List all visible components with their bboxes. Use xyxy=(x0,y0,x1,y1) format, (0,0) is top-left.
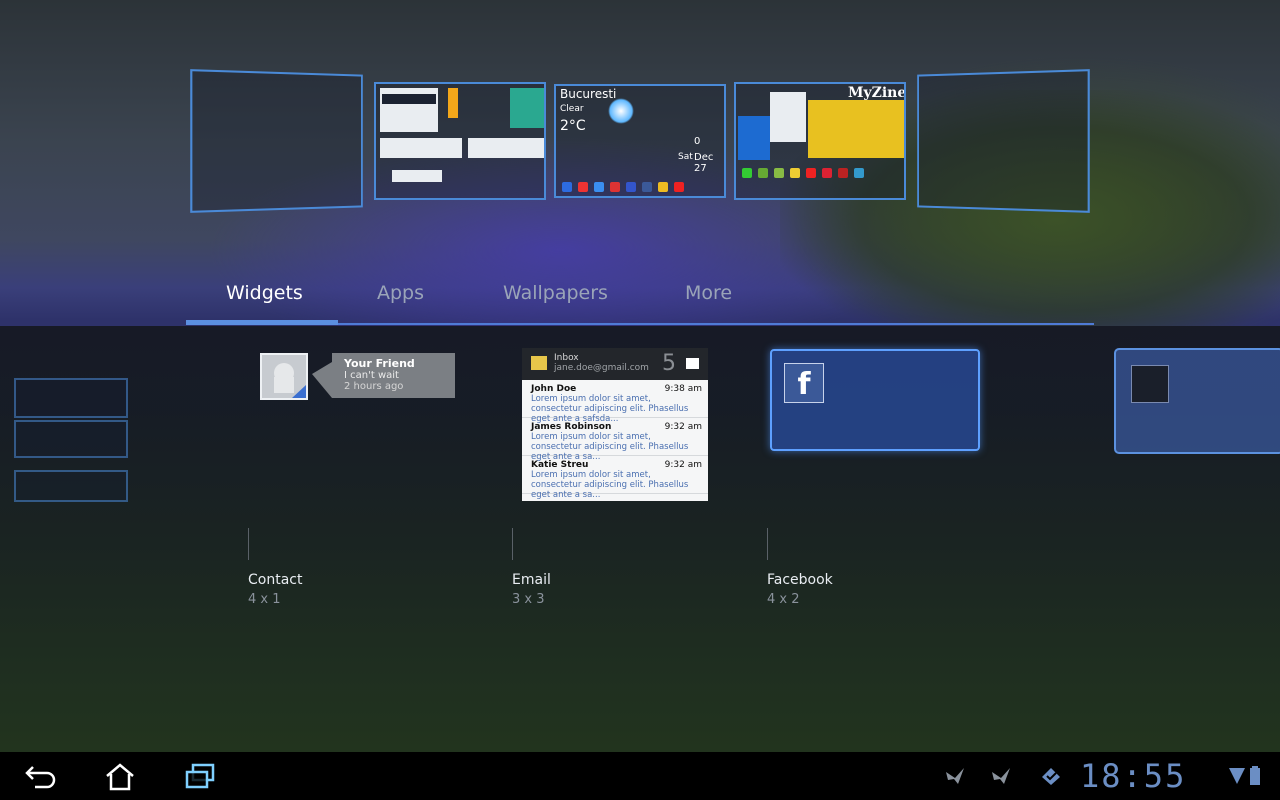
email-list-item: John Doe 9:38 am Lorem ipsum dolor sit a… xyxy=(522,380,708,424)
weather-temperature: 2°C xyxy=(560,118,586,134)
weather-city: Bucuresti xyxy=(560,87,617,101)
email-time: 9:32 am xyxy=(664,422,702,432)
weather-sun-icon xyxy=(608,98,634,124)
weather-unread-count: 0 xyxy=(694,136,701,147)
android-avatar-icon xyxy=(260,353,308,400)
contact-message: I can't wait xyxy=(344,370,399,381)
tab-active-indicator xyxy=(186,320,338,325)
divider xyxy=(248,528,249,560)
tab-wallpapers[interactable]: Wallpapers xyxy=(503,282,608,304)
home-screen-preview-3[interactable]: Bucuresti Clear 2°C 0 Sat Dec 27 xyxy=(554,84,726,198)
compose-icon xyxy=(686,358,699,369)
facebook-icon: f xyxy=(784,363,824,403)
battery-icon[interactable] xyxy=(1248,766,1262,786)
weather-day: Sat xyxy=(678,152,693,162)
email-snippet: Lorem ipsum dolor sit amet, consectetur … xyxy=(531,470,689,500)
email-widget-preview[interactable]: Inbox jane.doe@gmail.com 5 John Doe 9:38… xyxy=(522,348,708,501)
tab-more[interactable]: More xyxy=(685,282,732,304)
divider xyxy=(767,528,768,560)
signal-icon[interactable] xyxy=(1226,766,1248,786)
widget-label-facebook: Facebook xyxy=(767,572,833,588)
home-screen-preview-2[interactable] xyxy=(374,82,546,200)
email-time: 9:32 am xyxy=(664,460,702,470)
status-clock[interactable]: 18:55 xyxy=(1080,757,1186,795)
contact-name: Your Friend xyxy=(344,357,415,370)
email-folder: Inbox xyxy=(554,353,579,363)
weather-date: Dec 27 xyxy=(694,152,714,174)
speech-bubble-tail xyxy=(312,362,332,398)
customize-tabs: Widgets Apps Wallpapers More xyxy=(186,274,1094,326)
home-screen-preview-4[interactable]: MyZine xyxy=(734,82,906,200)
email-list-item: Katie Streu 9:32 am Lorem ipsum dolor si… xyxy=(522,456,708,500)
divider xyxy=(512,528,513,560)
widget-size-facebook: 4 x 2 xyxy=(767,592,800,607)
partial-widget-left[interactable] xyxy=(14,352,128,502)
widget-icon xyxy=(1131,365,1169,403)
home-screen-preview-1[interactable] xyxy=(190,69,363,213)
magazine-title: MyZine xyxy=(848,85,906,101)
home-icon xyxy=(106,763,134,791)
home-button[interactable] xyxy=(96,758,144,796)
home-screen-preview-5[interactable] xyxy=(917,69,1090,213)
widget-label-contact: Contact xyxy=(248,572,303,588)
mail-icon xyxy=(531,356,547,370)
email-header: Inbox jane.doe@gmail.com 5 xyxy=(522,348,708,380)
partial-widget-right[interactable] xyxy=(1114,348,1280,454)
app-icon-row xyxy=(562,182,684,192)
widget-size-contact: 4 x 1 xyxy=(248,592,281,607)
recent-apps-button[interactable] xyxy=(176,758,224,796)
weather-condition: Clear xyxy=(560,104,584,114)
tab-apps[interactable]: Apps xyxy=(377,282,424,304)
email-list-item: James Robinson 9:32 am Lorem ipsum dolor… xyxy=(522,418,708,462)
notification-icon[interactable] xyxy=(990,766,1012,786)
app-icon-row xyxy=(742,168,864,178)
tab-widgets[interactable]: Widgets xyxy=(226,282,303,304)
back-icon xyxy=(25,766,56,789)
recent-apps-icon xyxy=(185,763,215,789)
sync-icon[interactable] xyxy=(1040,766,1062,786)
email-account: jane.doe@gmail.com xyxy=(554,363,649,373)
widget-size-email: 3 x 3 xyxy=(512,592,545,607)
email-time: 9:38 am xyxy=(664,384,702,394)
contact-time: 2 hours ago xyxy=(344,381,404,392)
facebook-widget-preview[interactable]: f xyxy=(770,349,980,451)
widget-label-email: Email xyxy=(512,572,551,588)
back-button[interactable] xyxy=(16,758,64,796)
contact-speech-bubble: Your Friend I can't wait 2 hours ago xyxy=(332,353,455,398)
email-unread-count: 5 xyxy=(662,351,676,376)
notification-icon[interactable] xyxy=(944,766,966,786)
